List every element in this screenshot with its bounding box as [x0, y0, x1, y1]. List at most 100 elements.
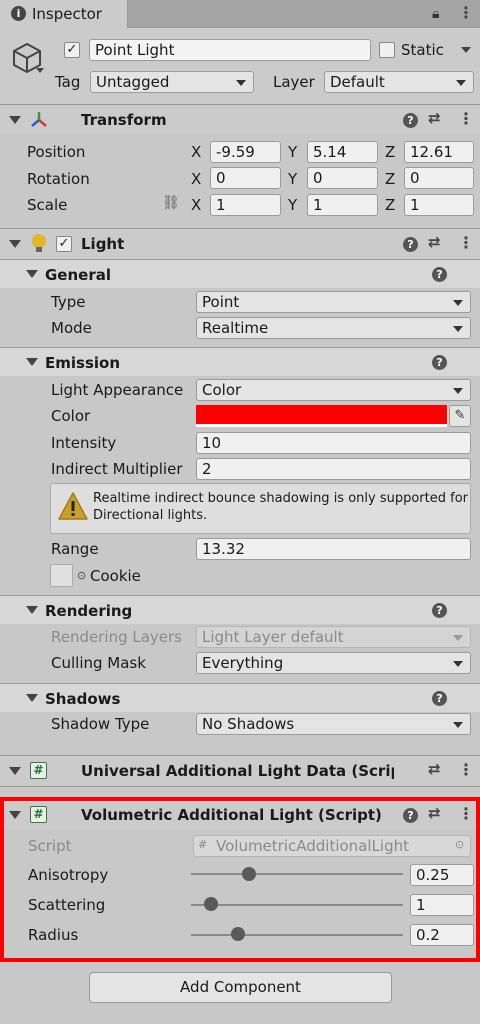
light-header[interactable]: ✓ Light ? ⇄ ⋮ [0, 229, 480, 259]
transform-foldout-icon[interactable] [9, 116, 21, 124]
kebab-menu-icon[interactable]: ⋮ [458, 109, 474, 128]
inspector-tab-label: Inspector [32, 5, 102, 23]
scale-x-field[interactable]: 1 [210, 194, 281, 216]
help-icon[interactable]: ? [432, 603, 447, 618]
rendering-layers-dropdown: Light Layer default [196, 626, 471, 648]
axis-y-label: Y [288, 170, 298, 188]
help-icon[interactable]: ? [432, 355, 447, 370]
position-x-field[interactable]: -9.59 [210, 141, 281, 163]
axis-z-label: Z [385, 196, 396, 214]
rotation-y-field[interactable]: 0 [307, 167, 378, 189]
range-label: Range [51, 540, 99, 558]
shadows-title: Shadows [45, 690, 121, 708]
object-header: ✓ Point Light Static Tag Untagged Layer … [0, 28, 480, 104]
presets-icon[interactable]: ⇄ [428, 760, 441, 778]
light-appearance-label: Light Appearance [51, 381, 184, 399]
position-y-field[interactable]: 5.14 [307, 141, 378, 163]
type-dropdown[interactable]: Point [196, 291, 471, 313]
scale-label: Scale [27, 196, 68, 214]
kebab-menu-icon[interactable]: ⋮ [458, 233, 474, 252]
kebab-menu-icon[interactable]: ⋮ [458, 760, 474, 779]
intensity-field[interactable]: 10 [196, 432, 471, 454]
layer-dropdown[interactable]: Default [324, 71, 474, 93]
presets-icon[interactable]: ⇄ [428, 109, 441, 127]
indirect-multiplier-field[interactable]: 2 [196, 458, 471, 480]
presets-icon[interactable]: ⇄ [428, 233, 441, 251]
general-foldout-icon[interactable] [26, 270, 38, 278]
highlight-box [0, 797, 480, 962]
intensity-label: Intensity [51, 434, 117, 452]
static-checkbox[interactable] [379, 42, 395, 58]
cube-dropdown-icon[interactable] [36, 68, 44, 73]
info-icon: i [11, 6, 26, 21]
transform-icon [31, 112, 47, 127]
kebab-menu-icon[interactable]: ⋮ [458, 3, 474, 22]
universal-foldout-icon[interactable] [9, 767, 21, 775]
axis-y-label: Y [288, 196, 298, 214]
shadows-foldout-icon[interactable] [26, 694, 38, 702]
object-name-field[interactable]: Point Light [89, 39, 371, 61]
light-enabled-checkbox[interactable]: ✓ [56, 236, 72, 252]
warning-icon [58, 492, 88, 520]
shadows-header[interactable]: Shadows ? [0, 684, 480, 712]
emission-header[interactable]: Emission ? [0, 348, 480, 376]
script-hash-icon: # [30, 762, 47, 779]
universal-title: Universal Additional Light Data (Script) [81, 762, 394, 780]
color-swatch[interactable] [196, 405, 447, 427]
light-bulb-base-icon [36, 247, 42, 252]
scale-y-field[interactable]: 1 [307, 194, 378, 216]
inspector-tab[interactable]: i Inspector [0, 0, 128, 28]
position-z-field[interactable]: 12.61 [404, 141, 474, 163]
inspector-tabbar: i Inspector 🔒︎ ⋮ [0, 0, 480, 28]
rotation-label: Rotation [27, 170, 90, 188]
rotation-x-field[interactable]: 0 [210, 167, 281, 189]
rotation-z-field[interactable]: 0 [404, 167, 474, 189]
axis-z-label: Z [385, 143, 396, 161]
warning-box: Realtime indirect bounce shadowing is on… [50, 483, 471, 534]
tag-label: Tag [55, 73, 81, 91]
static-dropdown-icon[interactable] [461, 47, 471, 53]
color-label: Color [51, 407, 91, 425]
light-foldout-icon[interactable] [9, 240, 21, 248]
object-active-checkbox[interactable]: ✓ [64, 42, 80, 58]
axis-x-label: X [191, 143, 202, 161]
axis-x-label: X [191, 170, 202, 188]
link-icon[interactable]: ⛓︎ [162, 195, 180, 211]
light-appearance-dropdown[interactable]: Color [196, 379, 471, 401]
type-label: Type [51, 293, 86, 311]
transform-title: Transform [81, 111, 167, 129]
transform-body: Position X -9.59 Y 5.14 Z 12.61 Rotation… [0, 135, 480, 228]
light-bulb-icon [32, 234, 46, 248]
axis-z-label: Z [385, 170, 396, 188]
cookie-label: Cookie [90, 567, 141, 585]
mode-dropdown[interactable]: Realtime [196, 317, 471, 339]
rendering-layers-label: Rendering Layers [51, 628, 183, 646]
help-icon[interactable]: ? [403, 113, 418, 128]
add-component-button[interactable]: Add Component [89, 972, 392, 1003]
universal-light-data-header[interactable]: # Universal Additional Light Data (Scrip… [0, 756, 480, 786]
transform-header[interactable]: Transform ? ⇄ ⋮ [0, 105, 480, 135]
rendering-foldout-icon[interactable] [26, 606, 38, 614]
shadow-type-label: Shadow Type [51, 715, 150, 733]
rendering-title: Rendering [45, 602, 133, 620]
warning-text: Realtime indirect bounce shadowing is on… [93, 491, 469, 523]
lock-icon[interactable]: 🔒︎ [432, 6, 439, 22]
tag-dropdown[interactable]: Untagged [90, 71, 254, 93]
axis-y-label: Y [288, 143, 298, 161]
range-field[interactable]: 13.32 [196, 538, 471, 560]
scale-z-field[interactable]: 1 [404, 194, 474, 216]
help-icon[interactable]: ? [432, 267, 447, 282]
general-header[interactable]: General ? [0, 260, 480, 288]
rendering-header[interactable]: Rendering ? [0, 596, 480, 624]
cookie-picker-icon[interactable]: ⊙ [77, 569, 86, 582]
emission-title: Emission [45, 354, 120, 372]
culling-mask-dropdown[interactable]: Everything [196, 652, 471, 674]
position-label: Position [27, 143, 86, 161]
help-icon[interactable]: ? [432, 691, 447, 706]
help-icon[interactable]: ? [403, 237, 418, 252]
emission-foldout-icon[interactable] [26, 358, 38, 366]
cookie-texture-slot[interactable] [50, 564, 73, 587]
eyedropper-icon[interactable]: ✎ [449, 405, 471, 427]
shadow-type-dropdown[interactable]: No Shadows [196, 713, 471, 735]
culling-mask-label: Culling Mask [51, 654, 146, 672]
